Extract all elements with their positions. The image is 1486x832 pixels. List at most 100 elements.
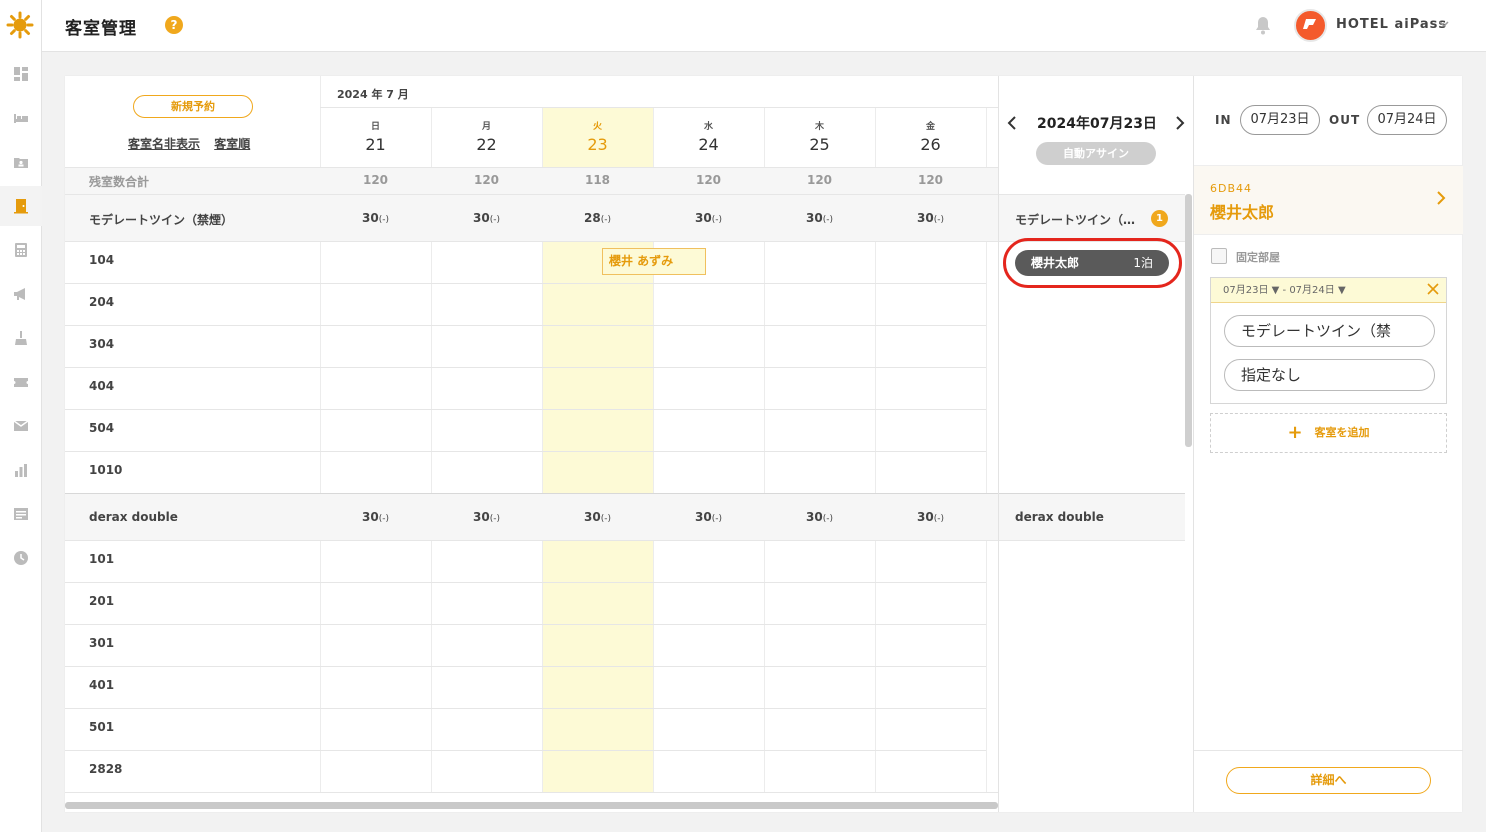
next-date-icon[interactable]: [1174, 116, 1186, 130]
checkout-label: OUT: [1329, 113, 1361, 127]
room-type-count: 28(-): [584, 211, 611, 225]
reservation-code: 6DB44: [1210, 182, 1253, 195]
unassigned-room-type: モデレートツイン（…: [1015, 213, 1136, 227]
reservation-card[interactable]: 6DB44 櫻井太郎: [1194, 165, 1463, 235]
nav-guests[interactable]: [0, 142, 42, 182]
room-management-card: 新規予約 客室名非表示 客室順 2024 年 7 月 日 21 月 22 火 23 水…: [65, 76, 1463, 812]
remaining-rooms-label: 残室数合計: [89, 175, 150, 189]
room-number: 401: [89, 678, 115, 692]
horizontal-scrollbar[interactable]: [65, 802, 998, 809]
room-type-select[interactable]: モデレートツイン（禁: [1224, 315, 1435, 347]
date-range-selector[interactable]: 07月23日 ▼ - 07月24日 ▼: [1211, 278, 1446, 303]
nav-cleaning[interactable]: [0, 318, 42, 358]
nav-rooms[interactable]: [0, 98, 42, 138]
room-type-count: 30(-): [584, 510, 611, 524]
remaining-count: 120: [473, 173, 500, 187]
day-header[interactable]: 水 24: [653, 119, 764, 154]
checkout-date-field[interactable]: 07月24日: [1367, 105, 1447, 135]
fixed-room-label: 固定部屋: [1236, 251, 1280, 264]
room-type-name: モデレートツイン（禁煙）: [89, 213, 234, 227]
month-label: 2024 年 7 月: [337, 88, 409, 101]
selected-date: 2024年07月23日: [1037, 116, 1157, 132]
nav-mail[interactable]: [0, 406, 42, 446]
top-header: 客室管理 ? HOTEL aiPass: [42, 0, 1486, 52]
nav-analytics[interactable]: [0, 450, 42, 490]
go-to-detail-button[interactable]: 詳細へ: [1226, 767, 1431, 794]
room-type-name: derax double: [89, 510, 178, 524]
range-separator: -: [1282, 285, 1287, 296]
hotel-name[interactable]: HOTEL aiPass: [1336, 17, 1447, 32]
day-header[interactable]: 木 25: [764, 119, 875, 154]
remaining-count: 120: [362, 173, 389, 187]
nav-room-management[interactable]: [0, 186, 42, 226]
room-calendar: 新規予約 客室名非表示 客室順 2024 年 7 月 日 21 月 22 火 23 水…: [65, 76, 998, 812]
nav-accounting[interactable]: [0, 230, 42, 270]
room-order-link[interactable]: 客室順: [214, 137, 250, 151]
range-from-select[interactable]: 07月23日 ▼: [1223, 285, 1279, 296]
prev-date-icon[interactable]: [1006, 116, 1018, 130]
room-number: 101: [89, 552, 115, 566]
page-title: 客室管理: [65, 19, 137, 39]
cleaning-icon: [15, 331, 27, 345]
auto-assign-button[interactable]: 自動アサイン: [1036, 142, 1156, 165]
checkin-date-field[interactable]: 07月23日: [1240, 105, 1320, 135]
list-icon: [14, 508, 28, 520]
day-header[interactable]: 日 21: [320, 119, 431, 154]
room-type-count: 30(-): [473, 510, 500, 524]
unassigned-guests-panel: 2024年07月23日 自動アサイン モデレートツイン（… 1 櫻井太郎 1泊 …: [998, 76, 1193, 812]
day-header-today[interactable]: 火 23: [542, 119, 653, 154]
clock-icon: [14, 551, 28, 565]
room-number: 201: [89, 594, 115, 608]
chevron-down-icon[interactable]: [1438, 18, 1450, 30]
room-number: 104: [89, 253, 115, 267]
side-navigation: [0, 0, 42, 832]
room-type-count: 30(-): [695, 510, 722, 524]
dashboard-icon: [14, 67, 28, 81]
room-number: 504: [89, 421, 115, 435]
chevron-right-icon[interactable]: [1435, 190, 1447, 206]
unassigned-count-badge: 1: [1151, 210, 1168, 227]
hide-room-names-link[interactable]: 客室名非表示: [128, 137, 200, 151]
bell-icon[interactable]: [1254, 15, 1272, 35]
room-type-count: 30(-): [806, 510, 833, 524]
day-header[interactable]: 月 22: [431, 119, 542, 154]
nav-notices[interactable]: [0, 274, 42, 314]
new-reservation-button[interactable]: 新規予約: [133, 95, 253, 118]
nav-reports[interactable]: [0, 494, 42, 534]
hotel-sun-logo-icon[interactable]: [6, 11, 34, 39]
close-icon[interactable]: [1426, 282, 1440, 296]
range-to-select[interactable]: 07月24日 ▼: [1289, 285, 1345, 296]
room-type-count: 30(-): [362, 510, 389, 524]
nav-history[interactable]: [0, 538, 42, 578]
room-type-count: 30(-): [362, 211, 389, 225]
room-number: 204: [89, 295, 115, 309]
contact-card-icon: [14, 158, 28, 168]
nav-dashboard[interactable]: [0, 54, 42, 94]
room-type-count: 30(-): [806, 211, 833, 225]
remaining-count: 120: [695, 173, 722, 187]
highlight-annotation-ring: [1003, 238, 1182, 288]
booking-block[interactable]: 櫻井 あずみ: [602, 248, 706, 275]
room-number: 301: [89, 636, 115, 650]
nav-coupons[interactable]: [0, 362, 42, 402]
bed-icon: [14, 114, 28, 123]
calendar-options: 客室名非表示 客室順: [128, 135, 260, 152]
room-type-count: 30(-): [917, 211, 944, 225]
hotel-logo-icon[interactable]: [1294, 9, 1327, 42]
day-header[interactable]: 金 26: [875, 119, 986, 154]
help-icon[interactable]: ?: [165, 16, 183, 34]
assignment-box: 07月23日 ▼ - 07月24日 ▼ モデレートツイン（禁 指定なし: [1210, 277, 1447, 404]
room-type-count: 30(-): [917, 510, 944, 524]
add-room-button[interactable]: + 客室を追加: [1210, 413, 1447, 453]
unassigned-room-type: derax double: [1015, 510, 1104, 524]
room-number: 501: [89, 720, 115, 734]
reservation-detail-panel: IN 07月23日 OUT 07月24日 6DB44 櫻井太郎 固定部屋 07月…: [1193, 76, 1463, 812]
room-select[interactable]: 指定なし: [1224, 359, 1435, 391]
add-room-label: 客室を追加: [1314, 426, 1370, 439]
fixed-room-checkbox[interactable]: [1211, 248, 1227, 264]
megaphone-icon: [14, 288, 25, 300]
mail-icon: [13, 420, 29, 431]
remaining-count: 118: [584, 173, 611, 187]
remaining-count: 120: [917, 173, 944, 187]
vertical-scrollbar[interactable]: [1185, 194, 1192, 447]
